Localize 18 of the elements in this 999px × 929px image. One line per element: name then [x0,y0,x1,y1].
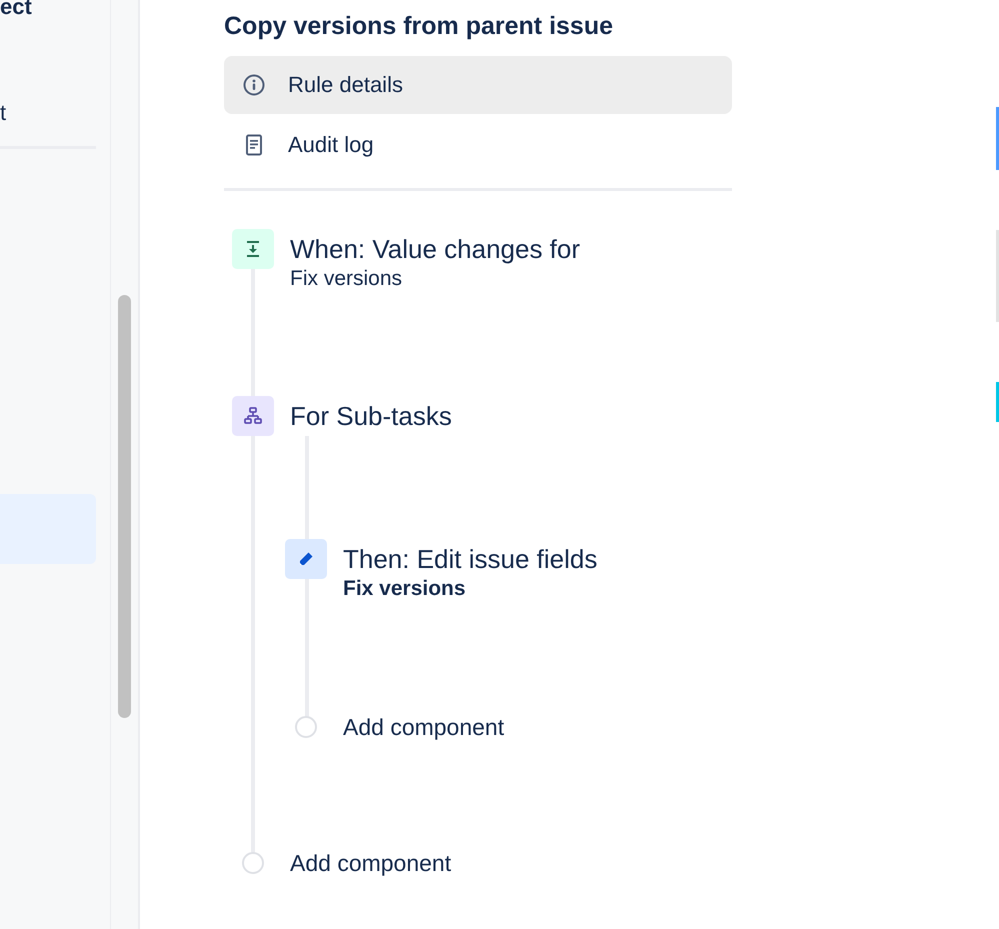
sidebar-item[interactable]: ect [0,0,110,14]
component-title: Then: Edit issue fields [343,543,598,576]
download-icon[interactable] [232,229,274,269]
hierarchy-icon[interactable] [232,396,274,436]
add-circle-icon[interactable] [242,852,264,874]
add-component-link[interactable]: Add component [343,712,504,742]
add-circle-icon[interactable] [295,716,317,738]
component-detail: Fix versions [343,576,467,602]
component-title: For Sub-tasks [290,400,452,433]
component-title: When: Value changes for [290,233,580,266]
add-component-link[interactable]: Add component [290,848,452,878]
sidebar-item[interactable]: t [0,100,110,126]
rule-title: Copy versions from parent issue [224,11,614,42]
scrollbar-thumb[interactable] [118,295,131,718]
nav-item[interactable]: Rule details [224,56,732,114]
component-detail: Fix versions [290,266,404,292]
pencil-icon[interactable] [285,539,327,579]
info-icon [242,73,266,97]
